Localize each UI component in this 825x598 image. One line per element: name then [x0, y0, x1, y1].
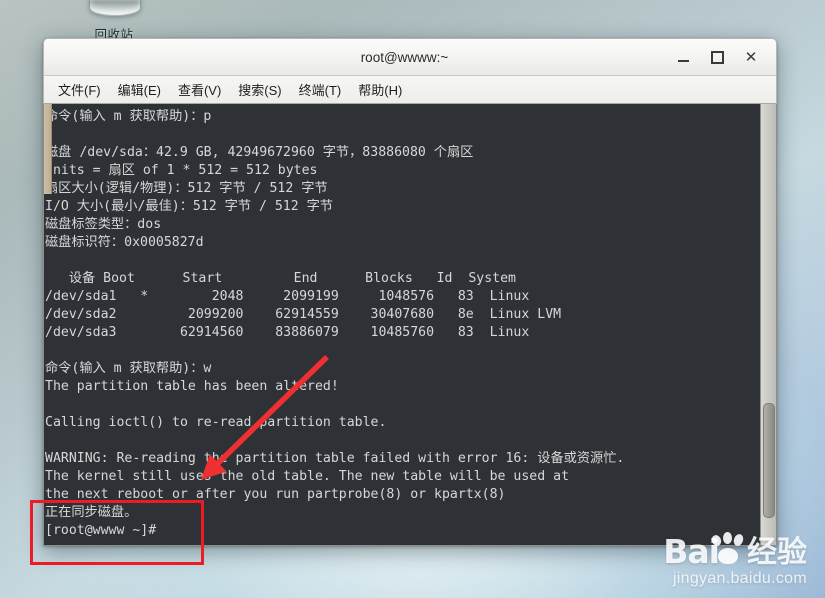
window-title: root@wwww:~ [360, 49, 449, 65]
maximize-button[interactable] [709, 49, 725, 65]
terminal-window[interactable]: root@wwww:~ ✕ 文件(F) 编辑(E) 查看(V) 搜索(S) 终端… [43, 38, 777, 546]
menu-item-file[interactable]: 文件(F) [50, 77, 109, 102]
terminal-line: 磁盘 /dev/sda：42.9 GB, 42949672960 字节，8388… [45, 145, 474, 160]
terminal-line: Units = 扇区 of 1 * 512 = 512 bytes [45, 163, 318, 178]
terminal-line: 扇区大小(逻辑/物理)：512 字节 / 512 字节 [45, 181, 328, 196]
menu-item-edit[interactable]: 编辑(E) [110, 77, 169, 102]
terminal-line: I/O 大小(最小/最佳)：512 字节 / 512 字节 [45, 199, 333, 214]
terminal-line: Calling ioctl() to re-read partition tab… [45, 415, 387, 430]
window-controls: ✕ [675, 49, 776, 65]
terminal-line: 命令(输入 m 获取帮助)：w [45, 361, 212, 376]
terminal-line: The kernel still uses the old table. The… [45, 469, 570, 484]
menu-item-help[interactable]: 帮助(H) [350, 77, 410, 102]
terminal-line: 磁盘标签类型：dos [45, 217, 162, 232]
left-scrollbar-stub [44, 104, 52, 194]
terminal-body[interactable]: 命令(输入 m 获取帮助)：p 磁盘 /dev/sda：42.9 GB, 429… [43, 104, 777, 546]
menu-bar: 文件(F) 编辑(E) 查看(V) 搜索(S) 终端(T) 帮助(H) [43, 76, 777, 104]
terminal-line: 正在同步磁盘。 [45, 505, 138, 520]
minimize-button[interactable] [675, 49, 691, 65]
terminal-line: [root@wwww ~]# [45, 523, 165, 538]
terminal-output[interactable]: 命令(输入 m 获取帮助)：p 磁盘 /dev/sda：42.9 GB, 429… [44, 104, 760, 545]
recycle-bin-icon [84, 0, 144, 22]
menu-item-view[interactable]: 查看(V) [170, 77, 229, 102]
close-button[interactable]: ✕ [743, 49, 759, 65]
terminal-line: 磁盘标识符：0x0005827d [45, 235, 204, 250]
watermark-url: jingyan.baidu.com [672, 570, 807, 587]
terminal-line: /dev/sda3 62914560 83886079 10485760 83 … [45, 325, 530, 340]
menu-item-search[interactable]: 搜索(S) [230, 77, 289, 102]
terminal-line: the next reboot or after you run partpro… [45, 487, 506, 502]
terminal-line: The partition table has been altered! [45, 379, 339, 394]
menu-item-terminal[interactable]: 终端(T) [291, 77, 350, 102]
terminal-line: 命令(输入 m 获取帮助)：p [45, 109, 212, 124]
terminal-line: /dev/sda1 * 2048 2099199 1048576 83 Linu… [45, 289, 530, 304]
terminal-scrollbar[interactable] [760, 104, 776, 545]
terminal-line: /dev/sda2 2099200 62914559 30407680 8e L… [45, 307, 562, 322]
window-title-bar[interactable]: root@wwww:~ ✕ [43, 38, 777, 76]
terminal-line: 设备 Boot Start End Blocks Id System [45, 271, 516, 286]
desktop: 回收站 root@wwww:~ ✕ 文件(F) 编辑(E) 查看(V) 搜索(S… [0, 0, 825, 598]
terminal-line: WARNING: Re-reading the partition table … [45, 451, 625, 466]
desktop-icon-recycle-bin[interactable]: 回收站 [62, 0, 166, 43]
scrollbar-thumb[interactable] [763, 403, 775, 518]
